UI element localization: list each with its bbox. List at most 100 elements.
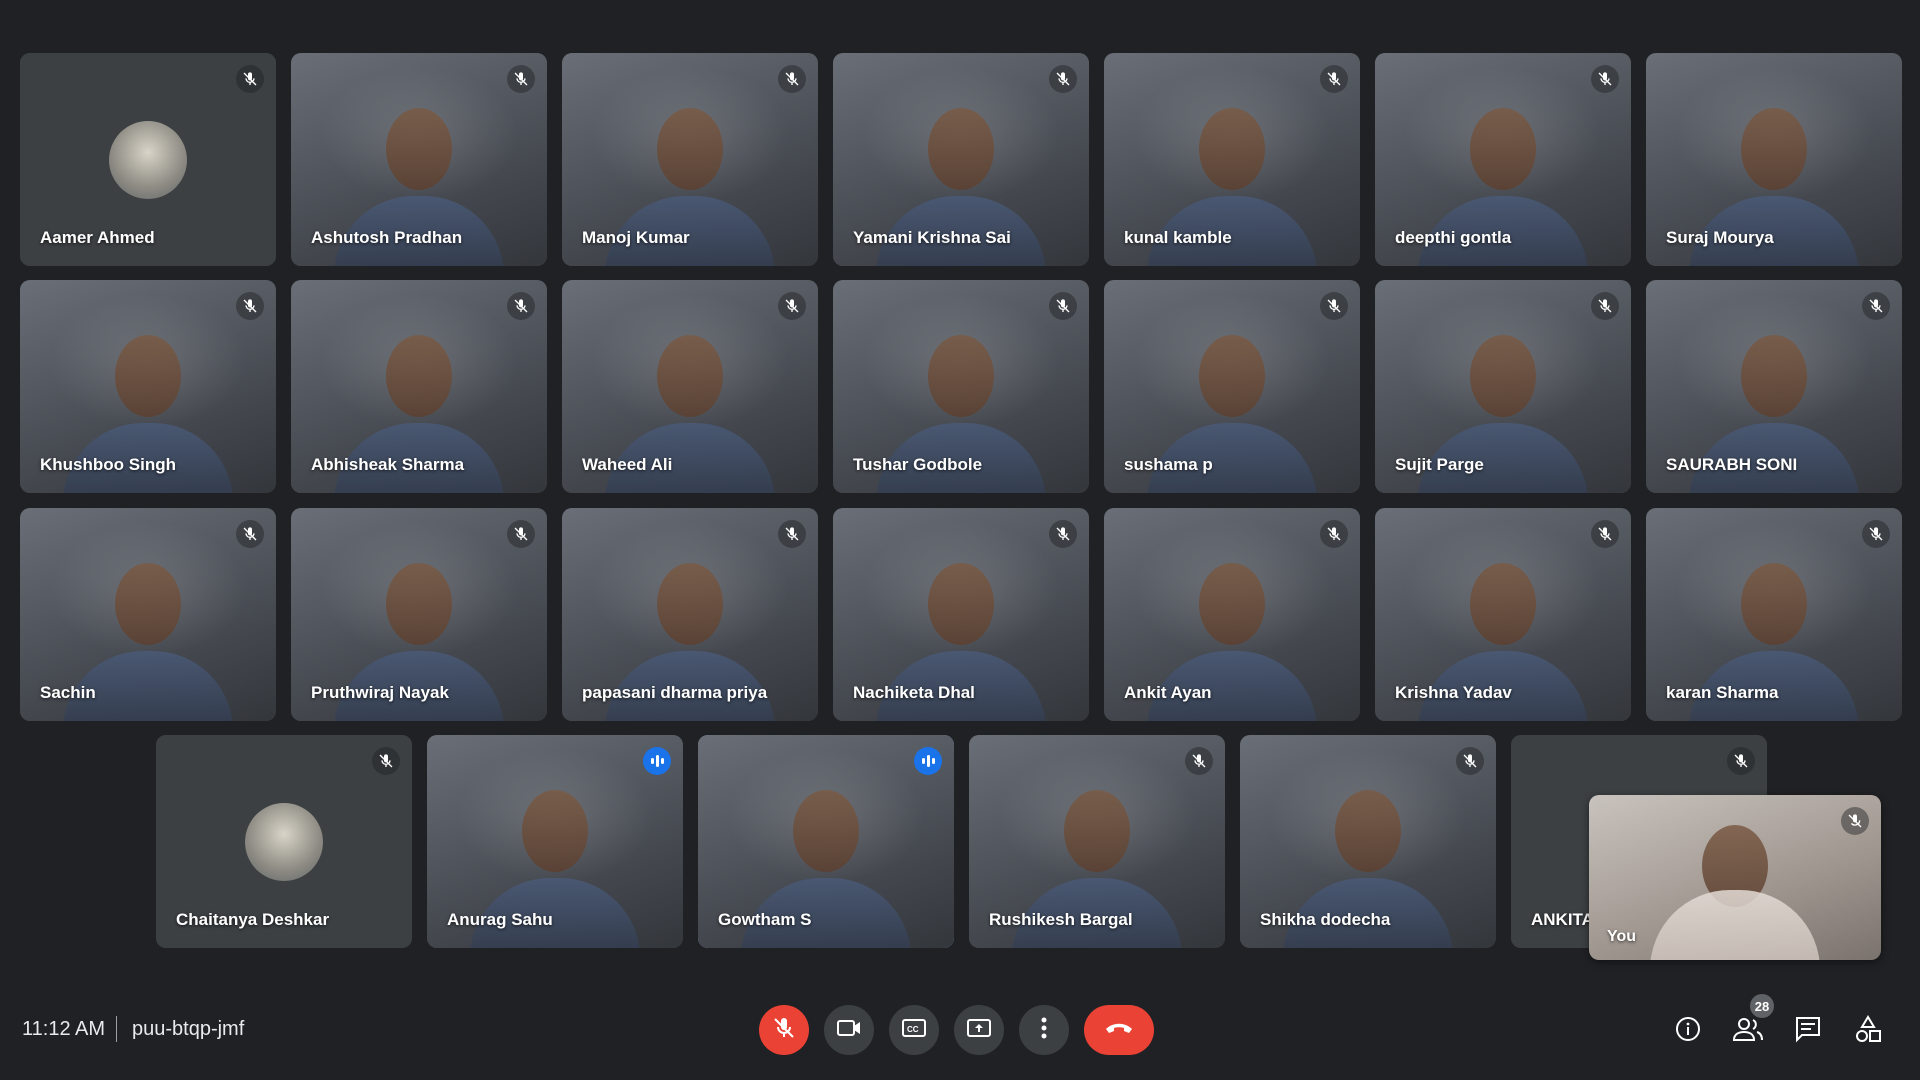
participant-tile[interactable]: Aamer Ahmed [20, 53, 276, 266]
participant-name: Nachiketa Dhal [853, 683, 975, 702]
participant-name: Aamer Ahmed [40, 228, 155, 247]
mic-off-icon [778, 292, 806, 320]
mic-off-icon [1049, 65, 1077, 93]
participant-name: ANKITA [1531, 910, 1594, 929]
self-view[interactable]: You [1589, 795, 1881, 960]
participant-name: Shikha dodecha [1260, 910, 1391, 929]
participant-name: Khushboo Singh [40, 455, 176, 474]
camera-icon [836, 1017, 862, 1044]
participant-name: Sachin [40, 683, 96, 702]
participant-tile[interactable]: Gowtham S [698, 735, 954, 948]
camera-toggle-button[interactable] [824, 1005, 874, 1055]
divider [116, 1016, 117, 1042]
svg-text:CC: CC [907, 1025, 919, 1034]
participant-tile[interactable]: Khushboo Singh [20, 280, 276, 493]
participant-name: Krishna Yadav [1395, 683, 1512, 702]
participant-tile[interactable]: Suraj Mourya [1646, 53, 1902, 266]
captions-button[interactable]: CC [889, 1005, 939, 1055]
participant-tile[interactable]: Yamani Krishna Sai [833, 53, 1089, 266]
mic-off-icon [1727, 747, 1755, 775]
mic-off-icon [1320, 65, 1348, 93]
meeting-time: 11:12 AM [22, 1018, 106, 1040]
mic-off-icon [507, 65, 535, 93]
mic-off-icon [1456, 747, 1484, 775]
self-mic-off-icon [1841, 807, 1869, 835]
participant-name: Gowtham S [718, 910, 812, 929]
participant-name: Suraj Mourya [1666, 228, 1774, 247]
participant-name: deepthi gontla [1395, 228, 1512, 247]
participant-tile[interactable]: Anurag Sahu [427, 735, 683, 948]
participant-tile[interactable]: kunal kamble [1104, 53, 1360, 266]
participant-tile[interactable]: Pruthwiraj Nayak [291, 508, 547, 721]
mic-off-icon [1862, 292, 1890, 320]
participant-tile[interactable]: Nachiketa Dhal [833, 508, 1089, 721]
captions-icon: CC [901, 1017, 927, 1044]
participant-name: papasani dharma priya [582, 683, 768, 702]
participant-tile[interactable]: Ashutosh Pradhan [291, 53, 547, 266]
self-name: You [1607, 928, 1637, 945]
mic-off-icon [507, 520, 535, 548]
mic-off-icon [1049, 292, 1077, 320]
participant-tile[interactable]: Krishna Yadav [1375, 508, 1631, 721]
participant-tile[interactable]: Waheed Ali [562, 280, 818, 493]
mic-off-icon [778, 65, 806, 93]
participant-name: Sujit Parge [1395, 455, 1484, 474]
participant-name: Rushikesh Bargal [989, 910, 1133, 929]
mic-off-icon [1049, 520, 1077, 548]
participant-name: sushama p [1124, 455, 1213, 474]
end-call-button[interactable] [1084, 1005, 1154, 1055]
participant-name: Tushar Godbole [853, 455, 983, 474]
participant-name: Abhisheak Sharma [311, 455, 465, 474]
mic-off-icon [1862, 520, 1890, 548]
participant-tile[interactable]: Shikha dodecha [1240, 735, 1496, 948]
people-icon [1732, 1016, 1764, 1047]
mic-off-icon [1320, 292, 1348, 320]
avatar [109, 121, 187, 199]
present-icon [966, 1017, 992, 1044]
participant-tile[interactable]: sushama p [1104, 280, 1360, 493]
present-button[interactable] [954, 1005, 1004, 1055]
participant-tile[interactable]: karan Sharma [1646, 508, 1902, 721]
participant-tile[interactable]: Sujit Parge [1375, 280, 1631, 493]
participant-tile[interactable]: papasani dharma priya [562, 508, 818, 721]
mic-off-icon [1591, 65, 1619, 93]
activities-button[interactable] [1846, 1009, 1890, 1053]
participant-name: SAURABH SONI [1666, 455, 1798, 474]
mic-off-icon [1591, 520, 1619, 548]
participant-tile[interactable]: Chaitanya Deshkar [156, 735, 412, 948]
chat-button[interactable] [1786, 1009, 1830, 1053]
participant-tile[interactable]: Rushikesh Bargal [969, 735, 1225, 948]
participant-tile[interactable]: SAURABH SONI [1646, 280, 1902, 493]
participant-tile[interactable]: Tushar Godbole [833, 280, 1089, 493]
participant-name: kunal kamble [1124, 228, 1232, 247]
meeting-code: puu-btqp-jmf [132, 1018, 245, 1040]
chat-icon [1794, 1015, 1822, 1048]
participant-name: Yamani Krishna Sai [853, 228, 1011, 247]
mic-off-icon [1320, 520, 1348, 548]
avatar [245, 803, 323, 881]
participant-tile[interactable]: Ankit Ayan [1104, 508, 1360, 721]
info-icon [1674, 1015, 1702, 1048]
participant-tile[interactable]: Abhisheak Sharma [291, 280, 547, 493]
participant-name: Ashutosh Pradhan [311, 228, 463, 247]
participant-name: Manoj Kumar [582, 228, 690, 247]
mic-off-icon [507, 292, 535, 320]
participant-count-badge: 28 [1750, 994, 1774, 1018]
mic-off-icon [778, 520, 806, 548]
participant-tile[interactable]: deepthi gontla [1375, 53, 1631, 266]
participant-name: Chaitanya Deshkar [176, 910, 330, 929]
meeting-info-button[interactable] [1666, 1009, 1710, 1053]
mic-off-icon [372, 747, 400, 775]
audio-bars-icon [914, 747, 942, 775]
phone-hangup-icon [1104, 1021, 1134, 1040]
more-vert-icon [1041, 1017, 1047, 1044]
participant-tile[interactable]: Manoj Kumar [562, 53, 818, 266]
mic-off-icon [1591, 292, 1619, 320]
more-options-button[interactable] [1019, 1005, 1069, 1055]
participant-tile[interactable]: Sachin [20, 508, 276, 721]
mic-toggle-button[interactable] [759, 1005, 809, 1055]
mic-off-icon [236, 65, 264, 93]
participant-name: Pruthwiraj Nayak [311, 683, 449, 702]
mic-off-icon [236, 292, 264, 320]
participant-name: Waheed Ali [582, 455, 673, 474]
